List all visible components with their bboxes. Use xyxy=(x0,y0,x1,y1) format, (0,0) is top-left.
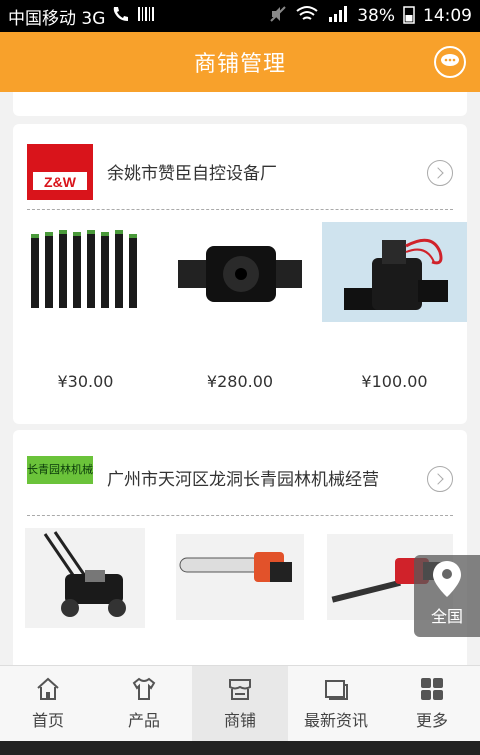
mute-icon xyxy=(269,5,287,28)
solenoid-valve-image xyxy=(322,222,467,322)
page-title: 商铺管理 xyxy=(193,52,286,77)
location-filter-label: 全国 xyxy=(430,607,463,626)
status-bar: 中国移动 3G 38% 14:09 xyxy=(0,0,480,32)
product-item[interactable]: ¥280.00 xyxy=(167,222,313,391)
chainsaw-image xyxy=(175,528,304,628)
chevron-right-icon[interactable] xyxy=(427,160,453,186)
bottom-nav: 首页 产品 商铺 最新资讯 更多 xyxy=(0,665,480,741)
product-row: ¥30.00 ¥280.00 ¥100.00 xyxy=(13,222,467,391)
shop-card[interactable]: 长青园林机械 广州市天河区龙洞长青园林机械经营 xyxy=(13,430,467,665)
app-header: 商铺管理 xyxy=(0,32,480,92)
barcode-icon xyxy=(137,5,155,28)
shop-card[interactable]: Z&W 余姚市赞臣自控设备厂 ¥30.00 ¥280.00 ¥100.00 xyxy=(13,124,467,424)
battery-percent: 38% xyxy=(357,6,395,26)
grid-icon xyxy=(419,677,445,701)
product-item[interactable] xyxy=(13,528,158,648)
shop-card-header[interactable]: 长青园林机械 广州市天河区龙洞长青园林机械经营 xyxy=(27,430,453,516)
phone-icon xyxy=(111,5,131,28)
nav-label: 产品 xyxy=(127,710,160,730)
nav-label: 更多 xyxy=(415,710,448,730)
valve-image xyxy=(167,222,313,322)
nav-news[interactable]: 最新资讯 xyxy=(288,666,384,741)
shop-card-header[interactable]: Z&W 余姚市赞臣自控设备厂 xyxy=(27,124,453,210)
news-icon xyxy=(323,677,349,701)
chat-icon xyxy=(440,50,460,75)
product-row xyxy=(13,528,467,648)
shop-logo: 长青园林机械 xyxy=(27,456,93,484)
battery-icon xyxy=(403,4,415,29)
store-icon xyxy=(227,677,253,701)
location-filter-button[interactable]: 全国 xyxy=(414,555,480,637)
shop-card-partial xyxy=(13,92,467,116)
svg-text:Z&W: Z&W xyxy=(44,174,77,190)
product-item[interactable] xyxy=(168,528,313,648)
nav-label: 商铺 xyxy=(223,710,256,730)
sprinkler-image xyxy=(13,222,158,322)
lawn-mower-image xyxy=(25,528,145,628)
shop-list[interactable]: Z&W 余姚市赞臣自控设备厂 ¥30.00 ¥280.00 ¥100.00 长青… xyxy=(0,92,480,665)
product-price: ¥100.00 xyxy=(361,372,428,391)
system-bar xyxy=(0,741,480,755)
chevron-right-icon[interactable] xyxy=(427,466,453,492)
nav-label: 首页 xyxy=(31,710,64,730)
shop-name: 余姚市赞臣自控设备厂 xyxy=(107,164,277,184)
nav-label: 最新资讯 xyxy=(303,710,368,730)
product-item[interactable]: ¥30.00 xyxy=(13,222,158,391)
product-price: ¥280.00 xyxy=(206,372,274,391)
signal-icon xyxy=(327,5,349,28)
product-item[interactable]: ¥100.00 xyxy=(322,222,467,391)
shop-logo-text: 长青园林机械 xyxy=(27,463,93,476)
nav-shops[interactable]: 商铺 xyxy=(192,666,288,741)
nav-products[interactable]: 产品 xyxy=(96,666,192,741)
carrier-label: 中国移动 3G xyxy=(8,8,106,29)
clock: 14:09 xyxy=(423,6,472,26)
nav-home[interactable]: 首页 xyxy=(0,666,96,741)
chat-button[interactable] xyxy=(434,46,466,78)
wifi-icon xyxy=(295,5,319,28)
nav-more[interactable]: 更多 xyxy=(384,666,480,741)
shop-logo: Z&W xyxy=(27,144,93,200)
shirt-icon xyxy=(131,677,157,701)
location-pin-icon xyxy=(430,559,464,603)
home-icon xyxy=(35,677,61,701)
shop-name: 广州市天河区龙洞长青园林机械经营 xyxy=(107,470,379,490)
product-price: ¥30.00 xyxy=(57,372,114,391)
